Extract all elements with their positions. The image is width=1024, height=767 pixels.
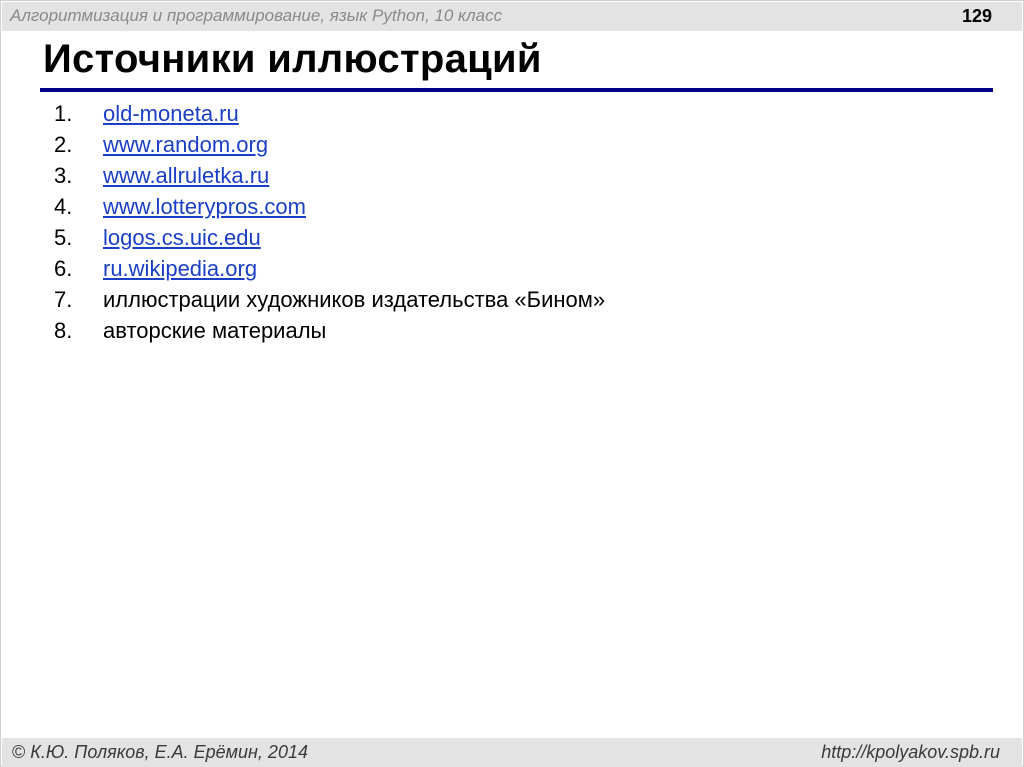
header-bar: Алгоритмизация и программирование, язык …	[2, 2, 1022, 31]
footer-site: http://kpolyakov.spb.ru	[821, 742, 1000, 762]
item-number: 7.	[54, 287, 73, 312]
copyright-icon: ©	[12, 742, 26, 762]
list-item: 4. www.lotterypros.com	[54, 192, 605, 223]
authors-text: К.Ю. Поляков, Е.А. Ерёмин, 2014	[30, 742, 308, 762]
course-title: Алгоритмизация и программирование, язык …	[10, 6, 503, 25]
slide: Алгоритмизация и программирование, язык …	[0, 0, 1024, 767]
footer-authors: © К.Ю. Поляков, Е.А. Ерёмин, 2014	[12, 742, 308, 763]
item-number: 8.	[54, 318, 73, 343]
sources-list: 1. old-moneta.ru 2. www.random.org 3. ww…	[54, 99, 605, 347]
item-number: 5.	[54, 225, 73, 250]
item-number: 2.	[54, 132, 73, 157]
source-text-author: авторские материалы	[103, 318, 327, 343]
source-link-allruletka[interactable]: www.allruletka.ru	[103, 161, 269, 192]
item-number: 4.	[54, 194, 73, 219]
item-number: 6.	[54, 256, 73, 281]
source-link-old-moneta[interactable]: old-moneta.ru	[103, 99, 239, 130]
list-item: 7. иллюстрации художников издательства «…	[54, 285, 605, 316]
item-number: 3.	[54, 163, 73, 188]
list-item: 5. logos.cs.uic.edu	[54, 223, 605, 254]
source-link-random-org[interactable]: www.random.org	[103, 130, 268, 161]
page-number: 129	[961, 6, 992, 26]
list-item: 6. ru.wikipedia.org	[54, 254, 605, 285]
source-link-logos-cs-uic[interactable]: logos.cs.uic.edu	[103, 223, 261, 254]
source-text-binom: иллюстрации художников издательства «Бин…	[103, 287, 606, 312]
list-item: 1. old-moneta.ru	[54, 99, 605, 130]
source-link-lotterypros[interactable]: www.lotterypros.com	[103, 192, 306, 223]
list-item: 3. www.allruletka.ru	[54, 161, 605, 192]
list-item: 8. авторские материалы	[54, 316, 605, 347]
source-link-wikipedia[interactable]: ru.wikipedia.org	[103, 254, 257, 285]
item-number: 1.	[54, 101, 73, 126]
footer-bar: © К.Ю. Поляков, Е.А. Ерёмин, 2014 http:/…	[2, 738, 1022, 767]
title-underline	[40, 88, 993, 92]
slide-title: Источники иллюстраций	[43, 37, 542, 81]
list-item: 2. www.random.org	[54, 130, 605, 161]
